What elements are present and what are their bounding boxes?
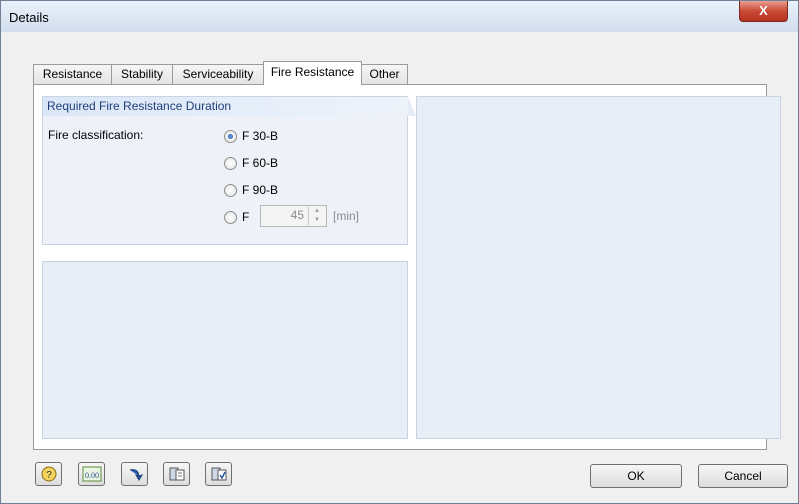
radio-f30b[interactable] (224, 130, 237, 143)
decimal-places-button[interactable]: 0.00 (78, 462, 105, 486)
save-defaults-button[interactable] (205, 462, 232, 486)
radio-f60b-label[interactable]: F 60-B (242, 156, 278, 170)
cancel-button[interactable]: Cancel (698, 464, 788, 488)
load-defaults-button[interactable] (163, 462, 190, 486)
tab-fire-resistance[interactable]: Fire Resistance (263, 61, 362, 85)
right-panel (416, 96, 781, 439)
save-defaults-icon (211, 467, 226, 481)
tab-label: Stability (120, 67, 164, 81)
stepper-buttons[interactable]: ▲ ▼ (308, 207, 325, 225)
ok-button-label: OK (627, 469, 645, 483)
tab-resistance[interactable]: Resistance (33, 64, 112, 84)
svg-text:0.00: 0.00 (85, 471, 99, 480)
radio-f60b[interactable] (224, 157, 237, 170)
reset-defaults-button[interactable] (121, 462, 148, 486)
svg-text:?: ? (46, 470, 52, 481)
help-icon: ? (41, 466, 56, 482)
window-title: Details (9, 10, 49, 25)
tab-label: Other (369, 67, 400, 81)
load-defaults-icon (169, 467, 184, 481)
radio-f-custom-label[interactable]: F (242, 210, 249, 224)
cancel-button-label: Cancel (724, 469, 762, 483)
chevron-down-icon[interactable]: ▼ (309, 216, 325, 225)
close-button[interactable]: X (739, 1, 788, 22)
fire-duration-unit: [min] (333, 209, 360, 223)
fire-classification-label: Fire classification: (48, 128, 144, 142)
tab-serviceability[interactable]: Serviceability (172, 64, 264, 84)
tab-label: Serviceability (182, 67, 254, 81)
lower-left-panel (42, 261, 408, 439)
close-icon: X (759, 3, 768, 18)
ok-button[interactable]: OK (590, 464, 682, 488)
chevron-up-icon[interactable]: ▲ (309, 207, 325, 216)
help-button[interactable]: ? (35, 462, 62, 486)
reset-defaults-icon (129, 469, 143, 481)
tab-other[interactable]: Other (361, 64, 408, 84)
group-title: Required Fire Resistance Duration (43, 97, 416, 116)
fire-duration-stepper[interactable]: 45 ▲ ▼ (260, 205, 327, 227)
radio-f90b[interactable] (224, 184, 237, 197)
radio-f90b-label[interactable]: F 90-B (242, 183, 278, 197)
tab-stability[interactable]: Stability (111, 64, 173, 84)
radio-f-custom[interactable] (224, 211, 237, 224)
radio-f30b-label[interactable]: F 30-B (242, 129, 278, 143)
tab-label: Fire Resistance (270, 65, 355, 79)
decimal-places-icon: 0.00 (82, 466, 101, 482)
tab-label: Resistance (42, 67, 103, 81)
fire-duration-value: 45 (290, 208, 304, 222)
title-bar[interactable]: Details X (1, 1, 798, 32)
